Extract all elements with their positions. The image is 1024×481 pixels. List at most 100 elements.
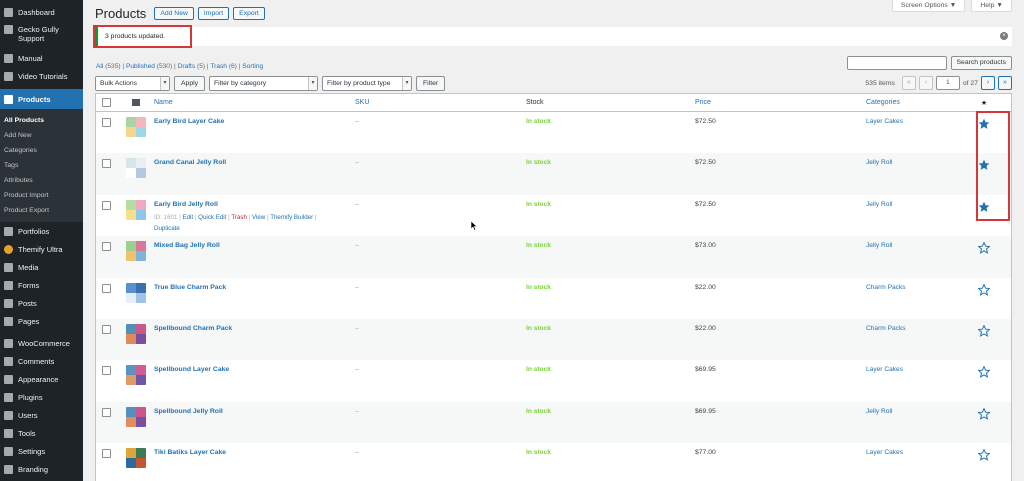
- first-page-button[interactable]: «: [901, 76, 916, 90]
- product-name-link[interactable]: Spellbound Jelly Roll: [154, 408, 355, 415]
- menu-pages[interactable]: Pages: [0, 312, 83, 330]
- star-outline-icon[interactable]: [978, 283, 990, 296]
- star-outline-icon[interactable]: [978, 449, 990, 462]
- trash-link[interactable]: Trash: [231, 214, 247, 221]
- featured-toggle[interactable]: [974, 407, 994, 420]
- product-thumbnail[interactable]: [125, 241, 146, 262]
- product-category-link[interactable]: Jelly Roll: [866, 408, 974, 415]
- submenu-all-products[interactable]: All Products: [0, 113, 83, 128]
- product-name-link[interactable]: Grand Canal Jelly Roll: [154, 159, 355, 166]
- current-page-input[interactable]: 1: [935, 76, 960, 90]
- menu-posts[interactable]: Posts: [0, 294, 83, 312]
- edit-link[interactable]: Edit: [182, 214, 193, 221]
- apply-button[interactable]: Apply: [174, 75, 206, 91]
- row-checkbox[interactable]: [102, 242, 111, 252]
- view-link[interactable]: View: [252, 214, 265, 221]
- menu-portfolios[interactable]: Portfolios: [0, 222, 83, 240]
- product-category-link[interactable]: Jelly Roll: [866, 159, 974, 166]
- next-page-button[interactable]: ›: [981, 76, 995, 90]
- product-category-link[interactable]: Charm Packs: [866, 284, 974, 291]
- row-checkbox[interactable]: [102, 449, 111, 459]
- duplicate-link[interactable]: Duplicate: [154, 225, 180, 232]
- product-name-link[interactable]: Mixed Bag Jelly Roll: [154, 242, 355, 249]
- product-category-link[interactable]: Jelly Roll: [866, 242, 974, 249]
- menu-tools[interactable]: Tools: [0, 424, 83, 442]
- product-category-link[interactable]: Layer Cakes: [866, 449, 974, 456]
- menu-media[interactable]: Media: [0, 258, 83, 276]
- product-category-link[interactable]: Layer Cakes: [866, 118, 974, 125]
- star-outline-icon[interactable]: [978, 407, 990, 420]
- row-checkbox[interactable]: [102, 159, 111, 169]
- column-name[interactable]: Name: [154, 99, 355, 106]
- search-products-button[interactable]: Search products: [950, 56, 1012, 70]
- select-all-checkbox[interactable]: [102, 98, 111, 107]
- menu-video-tutorials[interactable]: Video Tutorials: [0, 67, 83, 85]
- product-thumbnail[interactable]: [125, 406, 146, 427]
- filter-published[interactable]: Published: [126, 63, 155, 70]
- row-checkbox[interactable]: [102, 366, 111, 376]
- filter-drafts[interactable]: Drafts: [178, 63, 196, 70]
- menu-comments[interactable]: Comments: [0, 352, 83, 370]
- row-checkbox[interactable]: [102, 200, 111, 210]
- menu-manual[interactable]: Manual: [0, 49, 83, 67]
- product-type-filter-select[interactable]: Filter by product type ▾: [322, 75, 413, 91]
- bulk-actions-select[interactable]: Bulk Actions ▾: [95, 75, 170, 91]
- themify-builder-link[interactable]: Themify Builder: [270, 214, 313, 221]
- product-thumbnail[interactable]: [125, 282, 146, 303]
- submenu-tags[interactable]: Tags: [0, 158, 83, 173]
- product-name-link[interactable]: Tiki Batiks Layer Cake: [154, 449, 355, 456]
- menu-branding[interactable]: Branding: [0, 460, 83, 478]
- row-checkbox[interactable]: [102, 324, 111, 334]
- category-filter-select[interactable]: Filter by category ▾: [209, 75, 319, 91]
- product-thumbnail[interactable]: [125, 117, 146, 137]
- filter-button[interactable]: Filter: [416, 75, 446, 91]
- product-name-link[interactable]: Spellbound Layer Cake: [154, 366, 355, 373]
- menu-settings[interactable]: Settings: [0, 442, 83, 460]
- submenu-product-import[interactable]: Product Import: [0, 188, 83, 203]
- export-button[interactable]: Export: [233, 7, 265, 20]
- menu-plugins[interactable]: Plugins: [0, 388, 83, 406]
- row-checkbox[interactable]: [102, 407, 111, 417]
- menu-users[interactable]: Users: [0, 406, 83, 424]
- product-thumbnail[interactable]: [125, 323, 146, 344]
- product-category-link[interactable]: Layer Cakes: [866, 366, 974, 373]
- menu-themify-ultra[interactable]: Themify Ultra: [0, 240, 83, 258]
- menu-woocommerce[interactable]: WooCommerce: [0, 334, 83, 352]
- product-thumbnail[interactable]: [125, 365, 146, 386]
- menu-dashboard[interactable]: Dashboard: [0, 3, 83, 21]
- product-name-link[interactable]: Spellbound Charm Pack: [154, 325, 355, 332]
- screen-options-tab[interactable]: Screen Options ▼: [891, 0, 966, 12]
- featured-toggle[interactable]: [974, 283, 994, 296]
- featured-toggle[interactable]: [974, 366, 994, 379]
- product-thumbnail[interactable]: [125, 448, 146, 469]
- product-category-link[interactable]: Charm Packs: [866, 325, 974, 332]
- menu-products[interactable]: Products: [0, 89, 83, 109]
- menu-support[interactable]: Gecko Gully Support: [0, 21, 83, 49]
- column-price[interactable]: Price: [695, 99, 866, 106]
- submenu-categories[interactable]: Categories: [0, 143, 83, 158]
- menu-forms[interactable]: Forms: [0, 276, 83, 294]
- product-name-link[interactable]: Early Bird Layer Cake: [154, 118, 355, 125]
- row-checkbox[interactable]: [102, 118, 111, 127]
- submenu-attributes[interactable]: Attributes: [0, 173, 83, 188]
- prev-page-button[interactable]: ‹: [918, 76, 933, 90]
- filter-all[interactable]: All: [96, 63, 103, 70]
- star-outline-icon[interactable]: [978, 242, 990, 255]
- menu-appearance[interactable]: Appearance: [0, 370, 83, 388]
- filter-sorting[interactable]: Sorting: [242, 63, 263, 70]
- column-sku[interactable]: SKU: [355, 99, 526, 106]
- star-outline-icon[interactable]: [978, 324, 990, 337]
- featured-toggle[interactable]: [974, 242, 994, 255]
- product-category-link[interactable]: Jelly Roll: [866, 201, 974, 208]
- featured-toggle[interactable]: [974, 324, 994, 337]
- add-new-button[interactable]: Add New: [154, 7, 194, 20]
- product-thumbnail[interactable]: [125, 199, 146, 220]
- star-outline-icon[interactable]: [978, 366, 990, 379]
- product-thumbnail[interactable]: [125, 158, 146, 179]
- filter-trash[interactable]: Trash: [210, 63, 227, 70]
- submenu-add-new[interactable]: Add New: [0, 128, 83, 143]
- dismiss-icon[interactable]: ×: [1000, 32, 1008, 40]
- featured-toggle[interactable]: [974, 449, 994, 462]
- product-name-link[interactable]: True Blue Charm Pack: [154, 284, 355, 291]
- submenu-product-export[interactable]: Product Export: [0, 203, 83, 218]
